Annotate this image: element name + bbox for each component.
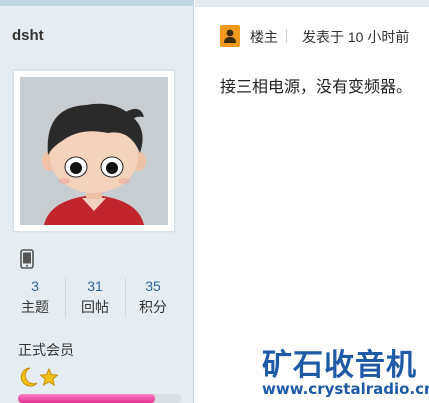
user-stats: 3 主题 31 回帖 35 积分 — [6, 276, 186, 322]
header-divider — [286, 29, 287, 43]
thread-starter-label: 楼主 — [250, 29, 278, 45]
post-timestamp: 发表于 10 小时前 — [302, 29, 410, 45]
stat-points-value: 35 — [145, 278, 161, 294]
stat-points[interactable]: 35 积分 — [124, 276, 182, 322]
avatar[interactable] — [13, 70, 175, 232]
thread-starter-icon — [220, 25, 240, 47]
stat-threads[interactable]: 3 主题 — [6, 276, 64, 322]
post-content: 接三相电源，没有变频器。 — [220, 79, 413, 96]
author-username[interactable]: dsht — [12, 27, 44, 44]
stat-threads-value: 3 — [31, 278, 39, 294]
author-sidebar: dsht 3 主题 31 回帖 35 积分 正式会员 — [0, 0, 194, 403]
stat-threads-label: 主题 — [21, 299, 49, 315]
rank-icons — [20, 367, 59, 387]
level-progress-fill — [18, 394, 155, 403]
post-top-line — [195, 6, 429, 7]
member-group-label[interactable]: 正式会员 — [18, 340, 74, 360]
watermark-url: www.crystalradio.cn — [262, 380, 429, 398]
mobile-phone-icon — [20, 249, 34, 269]
stat-replies-label: 回帖 — [81, 299, 109, 315]
level-progress-bar — [18, 394, 181, 403]
stat-points-label: 积分 — [139, 299, 167, 315]
sidebar-top-border — [0, 0, 194, 6]
stat-replies-value: 31 — [87, 278, 103, 294]
watermark-logo-text: 矿石收音机 — [262, 348, 417, 383]
moon-icon — [20, 367, 38, 387]
star-icon — [39, 367, 59, 387]
cartoon-boy-avatar-icon — [20, 77, 168, 225]
post-header: 楼主 发表于 10 小时前 — [220, 22, 429, 52]
stat-replies[interactable]: 31 回帖 — [66, 276, 124, 322]
